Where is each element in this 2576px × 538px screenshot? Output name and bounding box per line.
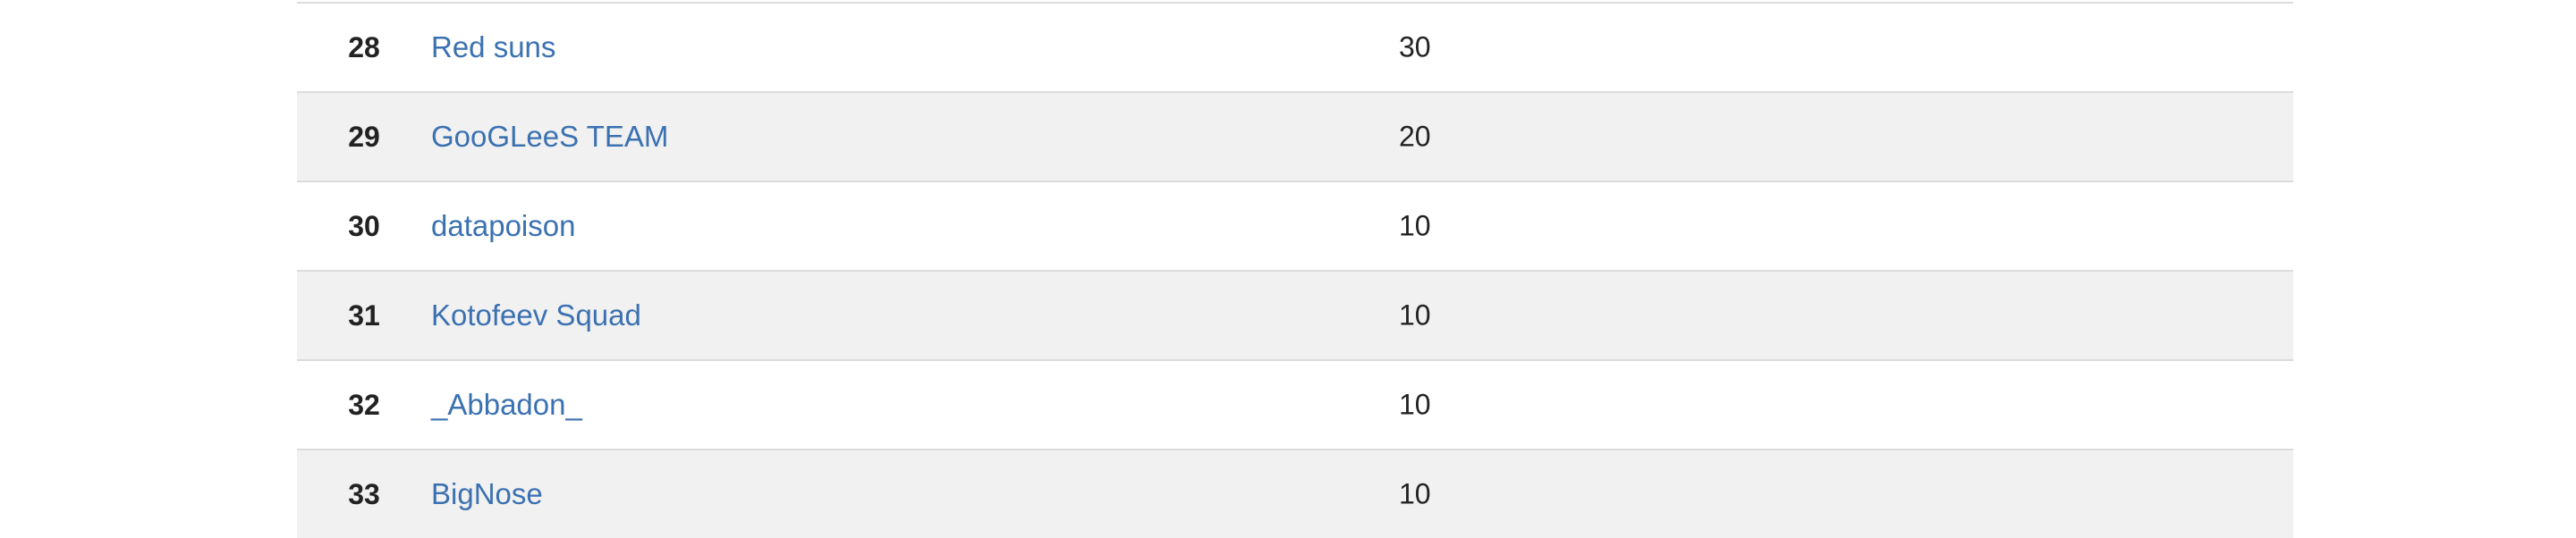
- table-row: 31 Kotofeev Squad 10: [297, 270, 2293, 359]
- team-link[interactable]: Kotofeev Squad: [431, 298, 1399, 332]
- rank-cell: 28: [348, 30, 380, 63]
- rank-cell: 32: [348, 388, 380, 421]
- team-link[interactable]: datapoison: [431, 209, 1399, 243]
- rank-cell: 29: [348, 120, 380, 153]
- points-value: 10: [1399, 388, 1431, 421]
- team-link[interactable]: BigNose: [431, 477, 1399, 511]
- table-row: 32 _Abbadon_ 10: [297, 359, 2293, 449]
- team-link[interactable]: _Abbadon_: [431, 388, 1399, 422]
- team-link[interactable]: GooGLeeS TEAM: [431, 120, 1399, 154]
- team-link[interactable]: Red suns: [431, 30, 1399, 64]
- points-value: 10: [1399, 298, 1431, 332]
- table-row: 29 GooGLeeS TEAM 20: [297, 91, 2293, 181]
- rank-cell: 31: [348, 298, 380, 332]
- table-row: 33 BigNose 10: [297, 449, 2293, 538]
- points-value: 20: [1399, 120, 1431, 153]
- table-row: 28 Red suns 30: [297, 4, 2293, 91]
- scoreboard-table: 28 Red suns 30 29 GooGLeeS TEAM 20 30 da…: [297, 4, 2293, 538]
- points-value: 30: [1399, 30, 1431, 63]
- points-value: 10: [1399, 209, 1431, 242]
- rank-cell: 30: [348, 209, 380, 242]
- rank-cell: 33: [348, 477, 380, 510]
- table-row: 30 datapoison 10: [297, 181, 2293, 270]
- points-value: 10: [1399, 477, 1431, 510]
